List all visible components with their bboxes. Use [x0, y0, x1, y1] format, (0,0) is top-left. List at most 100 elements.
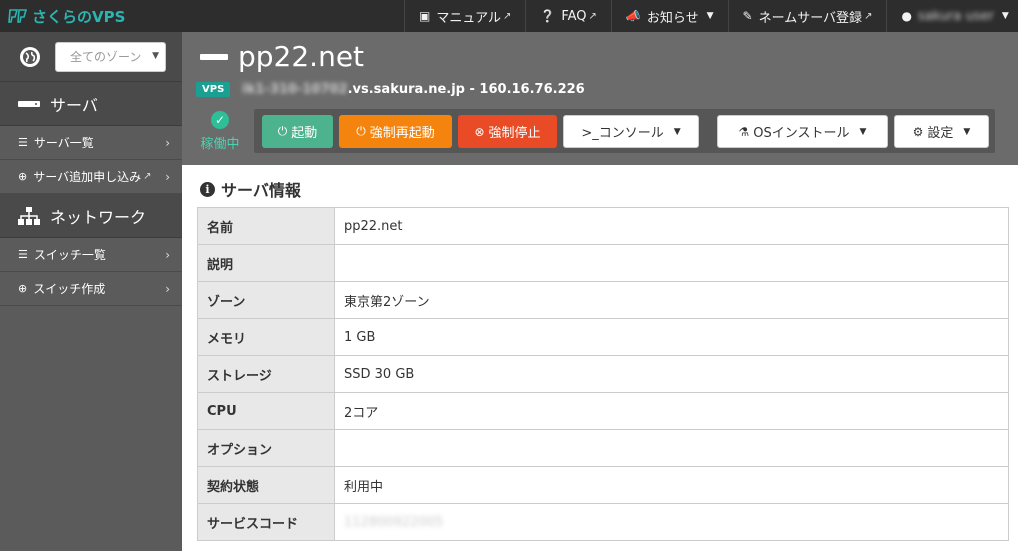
start-button-label: 起動 [291, 126, 318, 141]
row-key: CPU [197, 392, 335, 430]
row-value: 利用中 [334, 466, 1009, 504]
times-circle-icon: ⊗ [474, 124, 485, 139]
server-icon [200, 53, 228, 60]
sidebar-item-server-list[interactable]: ☰ サーバ一覧 › [0, 126, 182, 160]
table-row: オプション [197, 429, 1009, 467]
table-row: 名前 pp22.net [197, 207, 1009, 245]
top-navbar: さくらのVPS ▣ マニュアル ↗ ❔ FAQ ↗ 📣 お知らせ ▼ ✎ ネーム… [0, 0, 1018, 32]
sidebar-item-switch-create[interactable]: ⊕ スイッチ作成 › [0, 272, 182, 306]
row-key: ストレージ [197, 355, 335, 393]
chevron-right-icon: › [165, 247, 170, 262]
row-value: SSD 30 GB [334, 355, 1009, 393]
row-value: 東京第2ゾーン [334, 281, 1009, 319]
nav-manual[interactable]: ▣ マニュアル ↗ [404, 0, 525, 32]
row-value [334, 429, 1009, 467]
os-install-button-label: OSインストール [753, 126, 850, 141]
brand-logo[interactable]: さくらのVPS [0, 0, 404, 32]
row-key: 説明 [197, 244, 335, 282]
table-row: CPU 2コア [197, 392, 1009, 430]
sitemap-icon [18, 206, 40, 225]
list-icon: ☰ [18, 136, 28, 149]
row-key: 契約状態 [197, 466, 335, 504]
table-row: ゾーン 東京第2ゾーン [197, 281, 1009, 319]
table-row: 説明 [197, 244, 1009, 282]
section-title: i サーバ情報 [200, 177, 301, 201]
sakura-logo-icon [8, 9, 28, 23]
console-button-label: >_コンソール [581, 126, 664, 141]
sidebar-item-server-add[interactable]: ⊕ サーバ追加申し込み ↗ › [0, 160, 182, 194]
force-stop-button[interactable]: ⊗ 強制停止 [458, 115, 557, 148]
nav-news[interactable]: 📣 お知らせ ▼ [610, 0, 728, 32]
question-circle-icon: ❔ [540, 9, 556, 23]
force-restart-button[interactable]: ⏻ 強制再起動 [339, 115, 452, 148]
sidebar-section-network-label: ネットワーク [50, 207, 147, 227]
page-title: pp22.net [200, 40, 364, 73]
vps-badge: VPS [196, 82, 231, 97]
caret-down-icon: ▼ [963, 126, 971, 137]
zone-filter-row: 全てのゾーン ▼ [0, 32, 182, 82]
zone-select[interactable]: 全てのゾーン ▼ [55, 41, 166, 72]
user-name: sakura user [917, 8, 994, 24]
host-line: VPS ik1-310-10702 .vs.sakura.ne.jp - 160… [196, 82, 585, 97]
server-info-panel: i サーバ情報 名前 pp22.net 説明 ゾーン 東京第2ゾーン メモリ 1 GB… [182, 165, 1018, 551]
nav-manual-label: マニュアル [436, 10, 501, 26]
flask-icon: ⚗ [738, 124, 750, 139]
external-link-icon: ↗ [143, 171, 152, 182]
page-title-text: pp22.net [238, 40, 365, 73]
external-link-icon: ↗ [864, 10, 873, 22]
power-icon: ⏻ [277, 124, 288, 138]
chevron-right-icon: › [165, 135, 170, 150]
server-icon [18, 100, 40, 107]
caret-down-icon: ▼ [859, 126, 867, 137]
force-stop-button-label: 強制停止 [488, 126, 541, 141]
nav-nameserver[interactable]: ✎ ネームサーバ登録 ↗ [727, 0, 887, 32]
nav-faq[interactable]: ❔ FAQ ↗ [525, 0, 611, 32]
plus-circle-icon: ⊕ [18, 282, 28, 295]
plus-circle-icon: ⊕ [18, 170, 28, 183]
nav-faq-label: FAQ [561, 8, 587, 24]
row-key: オプション [197, 429, 335, 467]
sidebar: 全てのゾーン ▼ サーバ ☰ サーバ一覧 › ⊕ サーバ追加申し込み ↗ › ネ… [0, 32, 182, 551]
row-value: pp22.net [334, 207, 1009, 245]
row-key: サービスコード [197, 503, 335, 541]
caret-down-icon: ▼ [1001, 11, 1009, 21]
nav-news-label: お知らせ [646, 10, 699, 26]
chevron-right-icon: › [165, 281, 170, 296]
nav-nameserver-label: ネームサーバ登録 [758, 10, 863, 26]
row-value: 1 GB [334, 318, 1009, 356]
external-link-icon: ↗ [588, 10, 597, 22]
host-prefix: ik1-310-10702 [242, 82, 348, 97]
console-button[interactable]: >_コンソール ▼ [563, 115, 699, 148]
force-restart-button-label: 強制再起動 [369, 126, 435, 141]
chevron-right-icon: › [165, 169, 170, 184]
nav-user-menu[interactable]: ● sakura user ▼ [886, 0, 1009, 32]
row-value [334, 244, 1009, 282]
zone-select-value: 全てのゾーン [70, 50, 142, 64]
row-value: 112800922005 [334, 503, 1009, 541]
settings-button[interactable]: ⚙ 設定 ▼ [894, 115, 989, 148]
edit-icon: ✎ [742, 9, 753, 23]
row-value: 2コア [334, 392, 1009, 430]
sidebar-item-switch-list[interactable]: ☰ スイッチ一覧 › [0, 238, 182, 272]
status-indicator: ✓ 稼働中 [198, 111, 242, 152]
sidebar-item-label: サーバ一覧 [33, 136, 94, 150]
book-icon: ▣ [419, 9, 431, 23]
section-title-text: サーバ情報 [221, 181, 301, 200]
info-circle-icon: i [200, 181, 215, 197]
check-circle-icon: ✓ [211, 111, 229, 129]
os-install-button[interactable]: ⚗ OSインストール ▼ [717, 115, 888, 148]
chevron-down-icon: ▼ [152, 50, 159, 61]
row-key: メモリ [197, 318, 335, 356]
table-row: ストレージ SSD 30 GB [197, 355, 1009, 393]
sidebar-item-label: スイッチ一覧 [33, 248, 106, 262]
settings-button-label: 設定 [927, 126, 954, 141]
server-header: pp22.net VPS ik1-310-10702 .vs.sakura.ne… [182, 32, 1018, 165]
row-key: ゾーン [197, 281, 335, 319]
table-row: メモリ 1 GB [197, 318, 1009, 356]
brand-name: さくらのVPS [32, 7, 126, 26]
start-button[interactable]: ⏻ 起動 [262, 115, 333, 148]
power-icon: ⏻ [356, 124, 366, 138]
sidebar-item-label: サーバ追加申し込み [33, 170, 142, 184]
sidebar-section-network: ネットワーク [0, 194, 182, 238]
row-key: 名前 [197, 207, 335, 245]
